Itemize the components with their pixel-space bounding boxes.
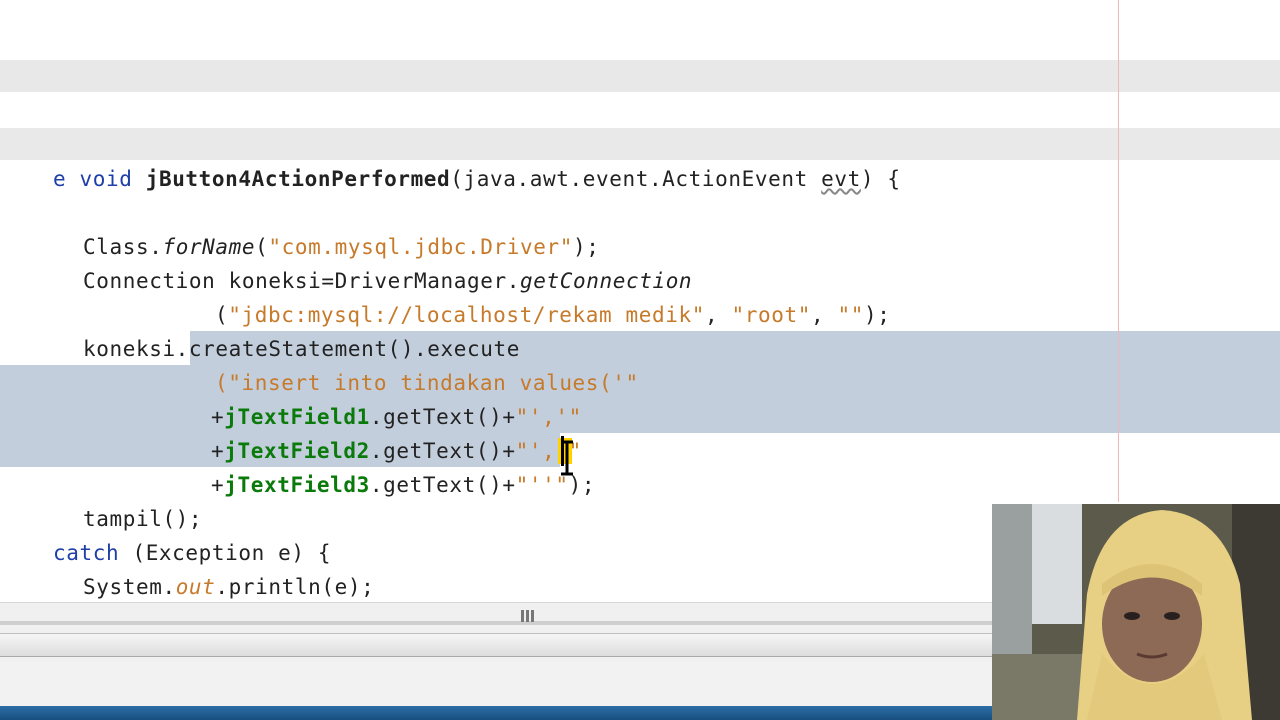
code-token: out: [175, 575, 216, 599]
code-token: .getText()+: [369, 473, 516, 497]
code-token: ,: [705, 303, 732, 327]
code-token: void: [79, 167, 146, 191]
code-line-connection-decl[interactable]: Connection koneksi=DriverManager.getConn…: [30, 230, 692, 293]
code-token: evt: [821, 167, 861, 191]
right-margin-guide: [1118, 0, 1119, 502]
code-token: (java.awt.event.ActionEvent: [450, 167, 822, 191]
code-line-method-signature[interactable]: e void jButton4ActionPerformed(java.awt.…: [0, 128, 901, 191]
horizontal-scrollbar[interactable]: [0, 602, 992, 663]
code-line-connection-args[interactable]: ("jdbc:mysql://localhost/rekam medik", "…: [162, 264, 890, 327]
method-name: jButton4ActionPerformed: [145, 167, 451, 191]
ibeam-cursor-icon: [561, 440, 573, 476]
code-line-textfield1[interactable]: +jTextField1.getText()+"','": [158, 366, 582, 429]
string-literal: "': [515, 473, 543, 497]
code-token: ) {: [860, 167, 901, 191]
field-name: jTextField3: [224, 473, 370, 497]
editor-header-band: [0, 60, 1280, 92]
string-literal: "": [837, 303, 864, 327]
code-line-println-call[interactable]: System.out.println(e);: [30, 536, 374, 599]
code-token: ,: [810, 303, 838, 327]
code-line-textfield2[interactable]: +jTextField2.getText()+"','": [158, 400, 582, 463]
code-line-create-statement[interactable]: koneksi.createStatement().execute: [30, 298, 520, 361]
string-literal: "root": [731, 303, 811, 327]
grip-icon[interactable]: [521, 607, 539, 622]
lower-panel: [0, 662, 992, 708]
code-line-class-forname[interactable]: Class.forName("com.mysql.jdbc.Driver");: [30, 196, 600, 259]
code-token: System.: [82, 575, 176, 599]
code-token: e: [52, 167, 80, 191]
webcam-image: [992, 504, 1280, 720]
code-token: );: [568, 473, 596, 497]
code-line-insert-sql[interactable]: ("insert into tindakan values('": [162, 332, 639, 395]
splitter-line: [0, 621, 992, 625]
webcam-overlay: [992, 504, 1280, 720]
string-literal: ": [555, 473, 569, 497]
code-line-catch-clause[interactable]: catch (Exception e) {: [0, 502, 331, 565]
code-line-tampil-call[interactable]: tampil();: [30, 468, 202, 531]
code-token: );: [863, 303, 891, 327]
code-token: .println(e);: [215, 575, 375, 599]
string-literal: ': [542, 473, 556, 497]
scrollbar-track[interactable]: [0, 633, 992, 657]
code-line-textfield3[interactable]: +jTextField3.getText()+"''");: [158, 434, 595, 497]
code-token: +: [210, 473, 225, 497]
